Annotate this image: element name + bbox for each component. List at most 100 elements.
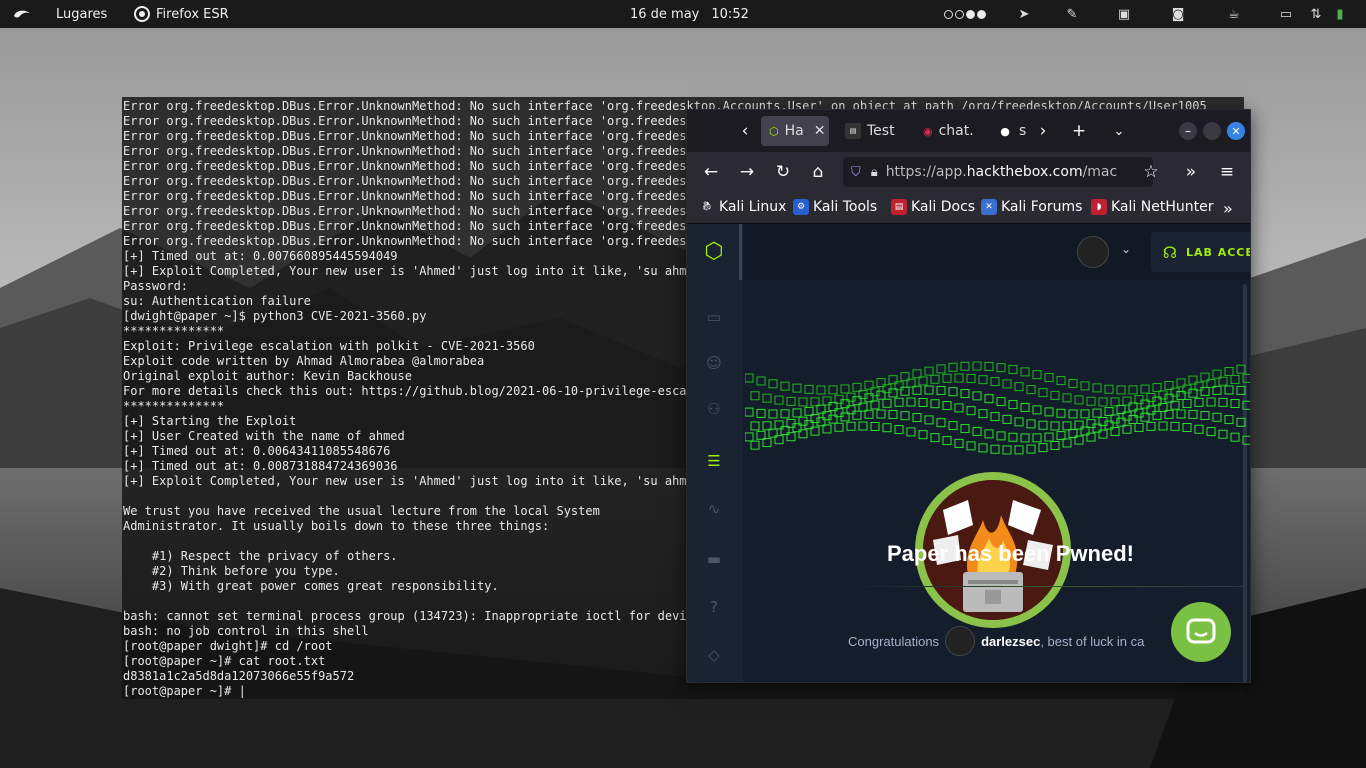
- lock-icon[interactable]: 🔒︎: [871, 165, 878, 180]
- tab-scroll-left-icon[interactable]: ‹: [733, 119, 757, 143]
- cube-decoration: [936, 385, 946, 395]
- cube-decoration: [1044, 432, 1054, 442]
- close-window-button[interactable]: ✕: [1227, 122, 1245, 140]
- hamburger-menu-icon[interactable]: ≡: [1215, 160, 1239, 184]
- network-icon[interactable]: ⇅: [1308, 6, 1324, 22]
- tracking-shield-icon[interactable]: ⛉: [851, 165, 861, 180]
- minimize-button[interactable]: –: [1179, 122, 1197, 140]
- bookmark-kali-docs[interactable]: ▤ Kali Docs: [891, 199, 975, 215]
- cube-decoration: [756, 376, 766, 386]
- cube-decoration: [924, 366, 934, 376]
- help-question-icon[interactable]: ?: [703, 596, 725, 618]
- tab-scroll-right-icon[interactable]: ›: [1031, 119, 1055, 143]
- places-menu[interactable]: Lugares: [56, 0, 107, 28]
- bookmarks-overflow-icon[interactable]: »: [1223, 199, 1233, 218]
- htb-page: ⬡ ▭ ☺ ⚇ ☰ ∿ ▬ ? ◇ ⌄ ☊ LAB ACCESS: [687, 224, 1250, 682]
- activities-button[interactable]: [12, 0, 32, 28]
- cube-decoration: [1026, 444, 1036, 454]
- tab-chat[interactable]: ◉ chat.: [915, 116, 981, 146]
- cube-decoration: [936, 364, 946, 374]
- congrats-username[interactable]: darlezsec: [981, 634, 1040, 649]
- htb-sidebar: ⬡ ▭ ☺ ⚇ ☰ ∿ ▬ ? ◇: [687, 224, 743, 682]
- back-arrow-icon[interactable]: ←: [699, 160, 723, 184]
- workspace-dot[interactable]: [955, 9, 964, 19]
- maximize-button[interactable]: [1203, 122, 1221, 140]
- bookmark-kali-linux[interactable]: 🐉︎ Kali Linux: [699, 199, 786, 215]
- bookmark-star-icon[interactable]: ☆: [1139, 160, 1163, 184]
- url-bar[interactable]: ⛉ 🔒︎ https://app. hackthebox.com/mac: [843, 157, 1153, 187]
- cube-decoration: [918, 397, 928, 407]
- cube-decoration: [1026, 385, 1036, 395]
- cube-decoration: [1050, 440, 1060, 450]
- lab-access-button[interactable]: ☊ LAB ACCESS: [1151, 232, 1250, 272]
- cube-decoration: [942, 436, 952, 446]
- htb-logo-cube-icon[interactable]: ⬡: [703, 239, 725, 264]
- forward-arrow-icon[interactable]: →: [735, 160, 759, 184]
- cube-decoration: [1146, 421, 1156, 431]
- telegram-icon[interactable]: ➤: [1016, 6, 1032, 22]
- clipboard-icon[interactable]: ▣: [1116, 6, 1132, 22]
- cube-decoration: [1074, 420, 1084, 430]
- cube-decoration: [1188, 409, 1198, 419]
- cube-decoration: [978, 409, 988, 419]
- bookmark-kali-tools[interactable]: ⚙ Kali Tools: [793, 199, 877, 215]
- cube-decoration: [828, 385, 838, 395]
- cube-decoration: [1176, 378, 1186, 388]
- cube-decoration: [750, 440, 760, 450]
- page-scrollbar[interactable]: [1243, 284, 1247, 682]
- tab-close-icon[interactable]: ✕: [814, 123, 826, 139]
- screen-icon[interactable]: ▭: [1278, 6, 1294, 22]
- cube-decoration: [852, 410, 862, 420]
- cube-decoration: [948, 362, 958, 372]
- screenshot-camera-icon[interactable]: ◙: [1170, 6, 1186, 22]
- list-tabs-icon[interactable]: ⌄: [1107, 119, 1131, 143]
- cube-decoration: [936, 418, 946, 428]
- bookmark-kali-forums[interactable]: ✕ Kali Forums: [981, 199, 1082, 215]
- cube-decoration: [930, 433, 940, 443]
- new-tab-icon[interactable]: +: [1067, 119, 1091, 143]
- tab-github[interactable]: ● s: [989, 116, 1037, 146]
- workspace-dot[interactable]: [977, 9, 986, 19]
- user-profile-icon[interactable]: ☺: [703, 352, 725, 374]
- dashboard-monitor-icon[interactable]: ▭: [703, 306, 725, 328]
- cube-decoration: [798, 429, 808, 439]
- clock[interactable]: 16 de may 10:52: [630, 0, 749, 28]
- home-icon[interactable]: ⌂: [806, 160, 830, 184]
- cube-decoration: [745, 407, 754, 417]
- battery-icon[interactable]: ▮: [1332, 6, 1348, 22]
- tab-test[interactable]: ▤ Test: [837, 116, 907, 146]
- chat-support-button[interactable]: [1171, 602, 1231, 662]
- cube-decoration: [978, 443, 988, 453]
- cube-decoration: [1224, 415, 1234, 425]
- tab-label: Ha: [784, 123, 804, 139]
- reload-icon[interactable]: ↻: [771, 160, 795, 184]
- cube-decoration: [792, 408, 802, 418]
- cube-decoration: [870, 421, 880, 431]
- bookmark-kali-nethunter[interactable]: ◗ Kali NetHunter: [1091, 199, 1213, 215]
- team-users-icon[interactable]: ⚇: [703, 398, 725, 420]
- cube-decoration: [745, 373, 754, 383]
- cube-decoration: [1188, 375, 1198, 385]
- app-menu[interactable]: Firefox ESR: [134, 0, 229, 28]
- workspace-indicator[interactable]: [944, 0, 988, 28]
- cube-decoration: [1218, 397, 1228, 407]
- cube-decoration: [888, 375, 898, 385]
- workspace-dot-active[interactable]: [966, 9, 975, 19]
- cube-decoration: [1032, 370, 1042, 380]
- laptop-icon[interactable]: ▬: [703, 548, 725, 570]
- congrats-prefix: Congratulations: [848, 633, 940, 649]
- chevron-down-icon[interactable]: ⌄: [1121, 242, 1131, 256]
- tab-hackthebox[interactable]: ⬡ Ha ✕: [761, 116, 829, 146]
- tag-icon[interactable]: ◇: [703, 644, 725, 666]
- cube-decoration: [1236, 364, 1246, 374]
- activity-pulse-icon[interactable]: ∿: [703, 498, 725, 520]
- color-picker-icon[interactable]: ✎: [1064, 6, 1080, 22]
- avatar[interactable]: [1077, 236, 1109, 268]
- workspace-dot[interactable]: [944, 9, 953, 19]
- caffeine-cup-icon[interactable]: ☕: [1226, 6, 1242, 22]
- avatar[interactable]: [945, 626, 976, 656]
- cube-decoration: [1212, 412, 1222, 422]
- cube-decoration: [1038, 388, 1048, 398]
- overflow-chevron-icon[interactable]: »: [1179, 160, 1203, 184]
- labs-server-icon[interactable]: ☰: [703, 450, 725, 472]
